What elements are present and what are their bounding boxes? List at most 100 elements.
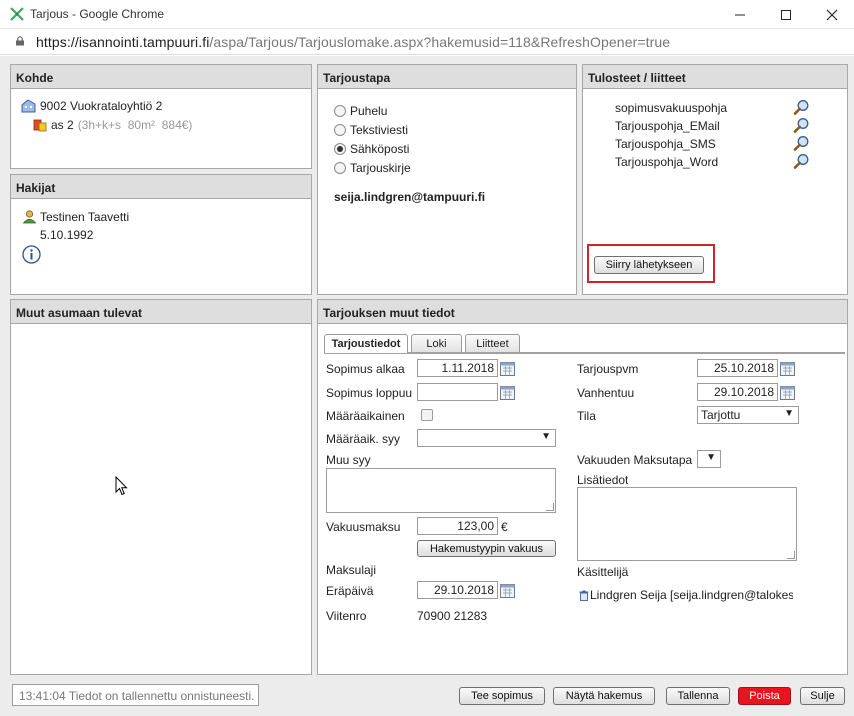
erapaiva-label: Eräpäivä [326,584,374,598]
offer-method-option[interactable]: Tarjouskirje [334,158,411,177]
kasittelija-value: Lindgren Seija [seija.lindgren@talokes [590,588,793,602]
maaraaikainen-label: Määräaikainen [326,409,405,423]
info-icon[interactable] [22,245,41,264]
document-name[interactable]: Tarjouspohja_SMS [615,137,716,151]
tab-tarjoustiedot[interactable]: Tarjoustiedot [324,334,408,353]
document-name[interactable]: Tarjouspohja_EMail [615,119,720,133]
apartment-name: as 2 [51,118,74,132]
poista-button[interactable]: Poista [738,687,791,705]
tee-sopimus-button[interactable]: Tee sopimus [459,687,545,705]
calendar-icon[interactable] [500,386,515,400]
calendar-icon[interactable] [500,584,515,598]
details-panel: Tarjouksen muut tiedot Tarjoustiedot Lok… [317,299,848,675]
calendar-icon[interactable] [780,386,795,400]
kohde-property: 9002 Vuokrataloyhtiö 2 [21,99,162,113]
calendar-icon[interactable] [500,362,515,376]
muut-header: Muut asumaan tulevat [11,300,311,324]
tulosteet-header: Tulosteet / liitteet [583,65,847,89]
kohde-header: Kohde [11,65,311,89]
radio-button-checked[interactable] [334,142,346,155]
document-item[interactable]: Tarjouspohja_Word [615,153,815,173]
tab-loki[interactable]: Loki [411,334,462,352]
tarjoustapa-header: Tarjoustapa [318,65,576,89]
hakijat-panel: Hakijat Testinen Taavetti 5.10.1992 [10,174,312,295]
vakuusmaksu-field[interactable]: 123,00 [417,517,498,535]
applicant-name: Testinen Taavetti [40,209,130,224]
person-icon [22,210,37,224]
apartment-icon [33,119,47,132]
document-name[interactable]: Tarjouspohja_Word [615,155,718,169]
offer-method-label: Tarjouskirje [350,160,411,175]
vakuuden-maksutapa-label: Vakuuden Maksutapa [577,453,693,467]
dropdown-arrow-icon: ▼ [541,431,551,442]
muu-syy-label: Muu syy [326,453,371,467]
maaraaikainen-checkbox[interactable] [421,409,433,421]
document-item[interactable]: Tarjouspohja_EMail [615,117,815,137]
url-host: https://isannointi.tampuuri.fi [36,34,210,50]
muut-panel: Muut asumaan tulevat [10,299,312,675]
viitenro-value: 70900 21283 [417,609,488,623]
offer-method-label: Tekstiviesti [350,122,409,137]
tab-strip: Tarjoustiedot Loki Liitteet [324,334,845,354]
magnifier-icon[interactable] [793,135,810,152]
send-button[interactable]: Siirry lähetykseen [594,256,704,274]
sopimus-alkaa-field[interactable]: 1.11.2018 [417,359,498,377]
minimize-button[interactable] [717,0,763,29]
radio-button[interactable] [334,104,346,117]
minimize-icon [735,14,745,15]
window-title: Tarjous - Google Chrome [30,7,165,21]
offer-method-option[interactable]: Puhelu [334,101,411,120]
tila-select[interactable]: Tarjottu ▼ [697,406,799,424]
tarjouspvm-label: Tarjouspvm [577,362,639,376]
offer-method-option[interactable]: Tekstiviesti [334,120,411,139]
sopimus-loppuu-label: Sopimus loppuu [326,386,413,400]
document-item[interactable]: sopimusvakuuspohja [615,99,815,119]
maaraaik-syy-label: Määräaik. syy [326,432,401,446]
vakuusmaksu-label: Vakuusmaksu [326,520,401,534]
erapaiva-field[interactable]: 29.10.2018 [417,581,498,599]
document-name[interactable]: sopimusvakuuspohja [615,101,727,115]
radio-button[interactable] [334,123,346,136]
document-item[interactable]: Tarjouspohja_SMS [615,135,815,155]
maximize-button[interactable] [763,0,809,29]
nayta-hakemus-button[interactable]: Näytä hakemus [553,687,655,705]
mouse-cursor-icon [115,476,128,496]
kasittelija-row: Lindgren Seija [seija.lindgren@talokes [579,587,793,603]
magnifier-icon[interactable] [793,117,810,134]
dropdown-arrow-icon: ▼ [784,408,794,419]
hakemustyyppi-button[interactable]: Hakemustyypin vakuus [417,540,556,557]
lisatiedot-textarea[interactable] [577,487,797,561]
applicant-row[interactable]: Testinen Taavetti [22,209,129,224]
magnifier-icon[interactable] [793,99,810,116]
tarjouspvm-field[interactable]: 25.10.2018 [697,359,778,377]
muu-syy-textarea[interactable] [326,468,556,513]
lisatiedot-label: Lisätiedot [577,473,629,487]
tarjoustapa-panel: Tarjoustapa Puhelu Tekstiviesti Sähköpos… [317,64,577,295]
address-bar[interactable]: https://isannointi.tampuuri.fi/aspa/Tarj… [0,29,854,55]
sulje-button[interactable]: Sulje [800,687,845,705]
sopimus-alkaa-label: Sopimus alkaa [326,362,405,376]
url-text[interactable]: https://isannointi.tampuuri.fi/aspa/Tarj… [36,34,670,50]
close-window-button[interactable] [809,0,854,29]
tila-label: Tila [577,409,596,423]
vanhentuu-field[interactable]: 29.10.2018 [697,383,778,401]
calendar-icon[interactable] [780,362,795,376]
maaraaik-syy-select[interactable]: ▼ [417,429,556,447]
tulosteet-panel: Tulosteet / liitteet sopimusvakuuspohja … [582,64,848,295]
applicant-date: 5.10.1992 [40,228,94,242]
viitenro-label: Viitenro [326,609,367,623]
window-titlebar: Tarjous - Google Chrome [0,0,854,29]
app-icon [10,7,24,21]
building-icon [21,99,36,113]
kohde-panel: Kohde 9002 Vuokrataloyhtiö 2 as 2 (3h+k+… [10,64,312,169]
status-message: 13:41:04 Tiedot on tallennettu onnistune… [12,684,259,706]
tallenna-button[interactable]: Tallenna [666,687,730,705]
sopimus-loppuu-field[interactable] [417,383,498,401]
vakuuden-maksutapa-select[interactable]: ▼ [697,450,721,468]
trash-icon[interactable] [579,590,589,601]
magnifier-icon[interactable] [793,153,810,170]
radio-button[interactable] [334,161,346,174]
dropdown-arrow-icon: ▼ [706,452,716,463]
offer-method-option[interactable]: Sähköposti [334,139,411,158]
tab-liitteet[interactable]: Liitteet [465,334,520,352]
